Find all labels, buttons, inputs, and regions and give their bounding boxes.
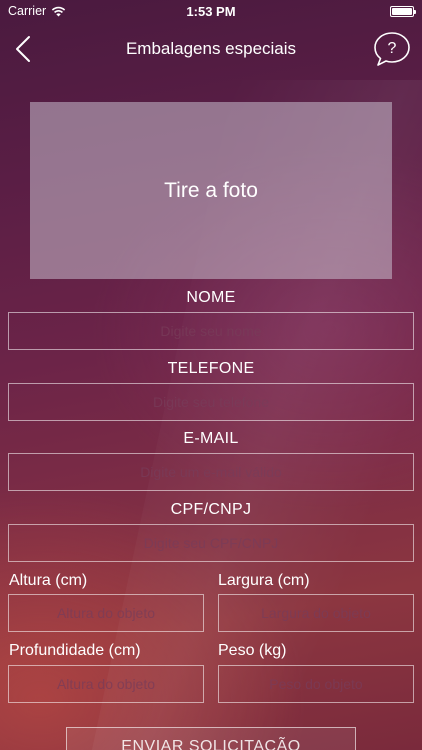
largura-input[interactable] — [218, 594, 414, 632]
profundidade-label: Profundidade (cm) — [9, 642, 141, 659]
telefone-label: TELEFONE — [167, 360, 255, 377]
take-photo-button[interactable]: Tire a foto — [30, 102, 392, 279]
altura-input[interactable] — [8, 594, 204, 632]
help-symbol: ? — [388, 40, 397, 57]
battery-icon — [390, 5, 416, 17]
cpf-cnpj-label: CPF/CNPJ — [170, 501, 252, 518]
largura-label: Largura (cm) — [218, 572, 310, 589]
nav-bar: Embalagens especiais ? — [0, 26, 422, 72]
status-bar: Carrier 1:53 PM — [0, 0, 422, 22]
carrier-label: Carrier — [8, 4, 47, 18]
status-left: Carrier — [8, 4, 66, 18]
speech-bubble-help-icon: ? — [374, 32, 410, 66]
nome-label: NOME — [186, 289, 236, 306]
take-photo-label: Tire a foto — [164, 178, 258, 202]
profundidade-input[interactable] — [8, 665, 204, 703]
submit-request-button[interactable]: ENVIAR SOLICITAÇÃO — [66, 727, 356, 750]
peso-label: Peso (kg) — [218, 642, 287, 659]
battery-fill — [392, 7, 412, 15]
altura-label: Altura (cm) — [9, 572, 88, 589]
email-input[interactable] — [8, 453, 414, 491]
help-button[interactable]: ? — [372, 30, 412, 68]
nome-input[interactable] — [8, 312, 414, 350]
telefone-input[interactable] — [8, 383, 414, 421]
page-title: Embalagens especiais — [125, 39, 297, 58]
peso-input[interactable] — [218, 665, 414, 703]
submit-request-label: ENVIAR SOLICITAÇÃO — [121, 738, 301, 750]
cpf-cnpj-input[interactable] — [8, 524, 414, 562]
wifi-icon — [52, 6, 66, 16]
email-label: E-MAIL — [183, 430, 239, 447]
